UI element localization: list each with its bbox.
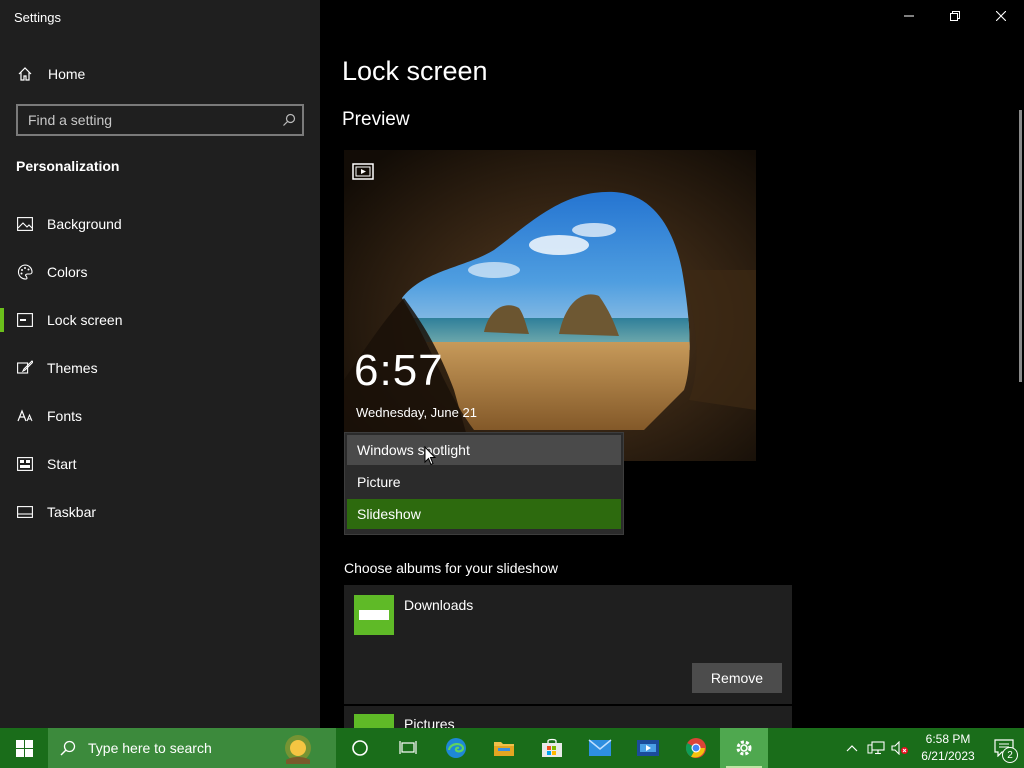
chrome-icon [685, 738, 706, 758]
windows-logo-icon [15, 739, 33, 757]
network-button[interactable] [864, 728, 888, 768]
file-explorer-button[interactable] [480, 728, 528, 768]
settings-button[interactable] [720, 728, 768, 768]
sidebar-item-start[interactable]: Start [0, 440, 320, 488]
taskbar-date: 6/21/2023 [921, 749, 975, 763]
home-icon [16, 65, 34, 83]
file-explorer-icon [494, 742, 514, 756]
settings-icon [736, 740, 752, 756]
album-name: Downloads [404, 597, 474, 613]
folder-icon [354, 714, 394, 728]
folder-icon [354, 595, 394, 635]
taskbar-search-placeholder: Type here to search [88, 740, 212, 756]
sidebar-item-background[interactable]: Background [0, 200, 320, 248]
store-button[interactable] [528, 728, 576, 768]
lock-screen-icon [16, 311, 34, 329]
nav-home-label: Home [48, 66, 86, 82]
sidebar-nav: Background Colors Lock screen Themes Fon… [0, 200, 320, 536]
window-controls [886, 0, 1024, 32]
dropdown-option-picture[interactable]: Picture [347, 467, 621, 497]
edge-button[interactable] [432, 728, 480, 768]
store-icon [542, 738, 562, 757]
palette-icon [16, 263, 34, 281]
sidebar: Settings Home Personalization Background… [0, 0, 320, 728]
sidebar-item-label: Start [47, 456, 77, 472]
sidebar-item-label: Lock screen [47, 312, 123, 328]
background-dropdown[interactable]: Windows spotlight Picture Slideshow [344, 432, 624, 535]
sidebar-item-label: Themes [47, 360, 98, 376]
sidebar-item-label: Fonts [47, 408, 83, 424]
settings-search-input[interactable] [18, 112, 276, 128]
dropdown-option-windows-spotlight[interactable]: Windows spotlight [347, 435, 621, 465]
start-icon [16, 455, 34, 473]
sidebar-item-label: Taskbar [47, 504, 97, 520]
preview-time: 6:57 [354, 346, 444, 395]
task-view-button[interactable] [384, 728, 432, 768]
cortana-icon [352, 740, 368, 756]
album-name: Pictures [404, 716, 455, 728]
sidebar-item-colors[interactable]: Colors [0, 248, 320, 296]
chrome-button[interactable] [672, 728, 720, 768]
albums-label: Choose albums for your slideshow [344, 560, 558, 576]
search-icon [48, 740, 88, 756]
app-title: Settings [14, 10, 61, 25]
font-icon [16, 407, 34, 425]
taskbar: Type here to search 6:58 PM 6/21/2023 2 [0, 728, 1024, 768]
volume-button[interactable] [888, 728, 912, 768]
minimize-button[interactable] [886, 0, 932, 32]
mouse-cursor-icon [424, 446, 436, 466]
taskbar-search-box[interactable]: Type here to search [48, 728, 336, 768]
edge-icon [446, 738, 466, 758]
task-view-icon [399, 741, 417, 754]
taskbar-clock[interactable]: 6:58 PM 6/21/2023 [912, 731, 984, 765]
album-card[interactable]: Downloads Remove [344, 585, 792, 704]
sidebar-item-fonts[interactable]: Fonts [0, 392, 320, 440]
main-content: Lock screen Preview 6:57 Wednesday, June… [320, 0, 1024, 728]
action-center-button[interactable]: 2 [984, 728, 1024, 768]
brush-icon [16, 359, 34, 377]
sidebar-item-taskbar[interactable]: Taskbar [0, 488, 320, 536]
close-button[interactable] [978, 0, 1024, 32]
preview-date: Wednesday, June 21 [356, 405, 477, 420]
mail-icon [588, 739, 612, 756]
movies-button[interactable] [624, 728, 672, 768]
lock-screen-preview: 6:57 Wednesday, June 21 [344, 150, 756, 461]
image-icon [16, 215, 34, 233]
scrollbar[interactable] [1019, 110, 1022, 382]
chevron-up-icon [846, 745, 858, 752]
weather-sun-icon [285, 735, 311, 764]
remove-album-button[interactable]: Remove [692, 663, 782, 693]
movies-icon [637, 740, 659, 756]
taskbar-time: 6:58 PM [925, 732, 971, 746]
notification-badge: 2 [1002, 747, 1018, 763]
restore-button[interactable] [932, 0, 978, 32]
page-title: Lock screen [342, 56, 488, 86]
system-tray: 6:58 PM 6/21/2023 2 [840, 728, 1024, 768]
sidebar-item-label: Background [47, 216, 122, 232]
taskbar-icon [16, 503, 34, 521]
sidebar-item-lock-screen[interactable]: Lock screen [0, 296, 320, 344]
settings-search-box[interactable] [16, 104, 304, 136]
nav-home[interactable]: Home [16, 62, 85, 86]
album-card[interactable]: Pictures [344, 706, 792, 728]
sidebar-item-themes[interactable]: Themes [0, 344, 320, 392]
network-icon [867, 741, 885, 755]
search-icon[interactable] [276, 107, 302, 133]
volume-muted-icon [891, 741, 908, 755]
section-title: Personalization [16, 158, 120, 174]
dropdown-option-slideshow[interactable]: Slideshow [347, 499, 621, 529]
mail-button[interactable] [576, 728, 624, 768]
preview-heading: Preview [342, 109, 410, 130]
cortana-button[interactable] [336, 728, 384, 768]
show-hidden-icons-button[interactable] [840, 728, 864, 768]
sidebar-item-label: Colors [47, 264, 88, 280]
start-button[interactable] [0, 728, 48, 768]
slideshow-icon [352, 163, 374, 180]
